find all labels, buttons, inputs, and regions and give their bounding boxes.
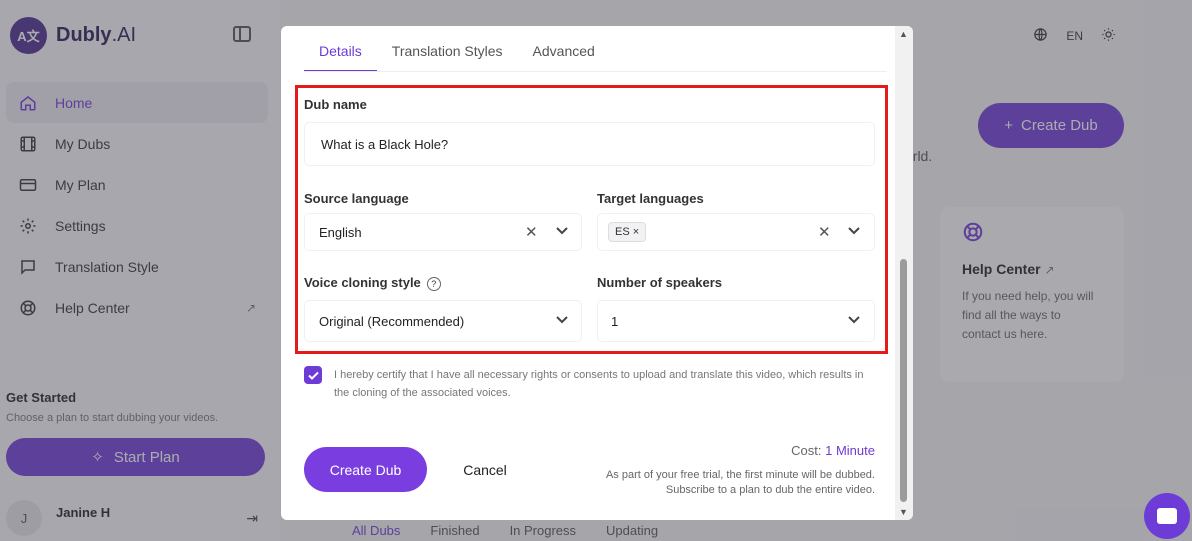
voice-cloning-label: Voice cloning style? [304, 275, 441, 291]
language-chip: ES × [608, 222, 647, 242]
speakers-label: Number of speakers [597, 275, 722, 290]
create-dub-modal: Details Translation Styles Advanced Dub … [281, 26, 913, 520]
cost-text: Cost: 1 Minute [791, 443, 875, 458]
chip-remove-icon[interactable]: × [633, 226, 639, 238]
chevron-down-icon[interactable] [848, 226, 860, 238]
speakers-select[interactable]: 1 [597, 300, 875, 342]
modal-scrollbar[interactable]: ▲ ▼ [895, 26, 913, 520]
consent-checkbox[interactable] [304, 366, 322, 384]
tabs-divider [304, 71, 887, 72]
certify-text: I hereby certify that I have all necessa… [334, 369, 864, 399]
certify-consent: I hereby certify that I have all necessa… [304, 366, 864, 402]
trial-note: As part of your free trial, the first mi… [605, 469, 875, 496]
scroll-thumb[interactable] [900, 259, 907, 502]
chevron-down-icon[interactable] [556, 226, 568, 238]
dub-name-input[interactable]: What is a Black Hole? [304, 122, 875, 166]
cost-value: 1 Minute [825, 443, 875, 458]
target-languages-label: Target languages [597, 191, 704, 206]
chevron-down-icon[interactable] [848, 315, 860, 327]
voice-cloning-select[interactable]: Original (Recommended) [304, 300, 582, 342]
chat-icon [1157, 508, 1177, 524]
tab-advanced[interactable]: Advanced [518, 26, 610, 72]
tab-details[interactable]: Details [304, 26, 377, 72]
tab-translation-styles[interactable]: Translation Styles [377, 26, 518, 72]
chevron-down-icon[interactable] [556, 315, 568, 327]
source-language-select[interactable]: English ✕ [304, 213, 582, 251]
voice-cloning-value: Original (Recommended) [319, 313, 465, 329]
speakers-value: 1 [611, 313, 619, 329]
source-language-label: Source language [304, 191, 409, 206]
target-languages-select[interactable]: ES × ✕ [597, 213, 875, 251]
chat-button[interactable] [1144, 493, 1190, 539]
scroll-up-icon[interactable]: ▲ [899, 29, 908, 39]
help-icon[interactable]: ? [426, 276, 441, 291]
dub-name-label: Dub name [304, 97, 367, 112]
cancel-button[interactable]: Cancel [441, 447, 529, 492]
cost-label: Cost: [791, 443, 822, 458]
scroll-down-icon[interactable]: ▼ [899, 507, 908, 517]
modal-tabs: Details Translation Styles Advanced [304, 26, 610, 72]
source-language-value: English [319, 224, 362, 240]
clear-icon[interactable]: ✕ [818, 223, 831, 241]
clear-icon[interactable]: ✕ [525, 223, 538, 241]
create-dub-button[interactable]: Create Dub [304, 447, 427, 492]
dub-name-value: What is a Black Hole? [321, 136, 449, 152]
